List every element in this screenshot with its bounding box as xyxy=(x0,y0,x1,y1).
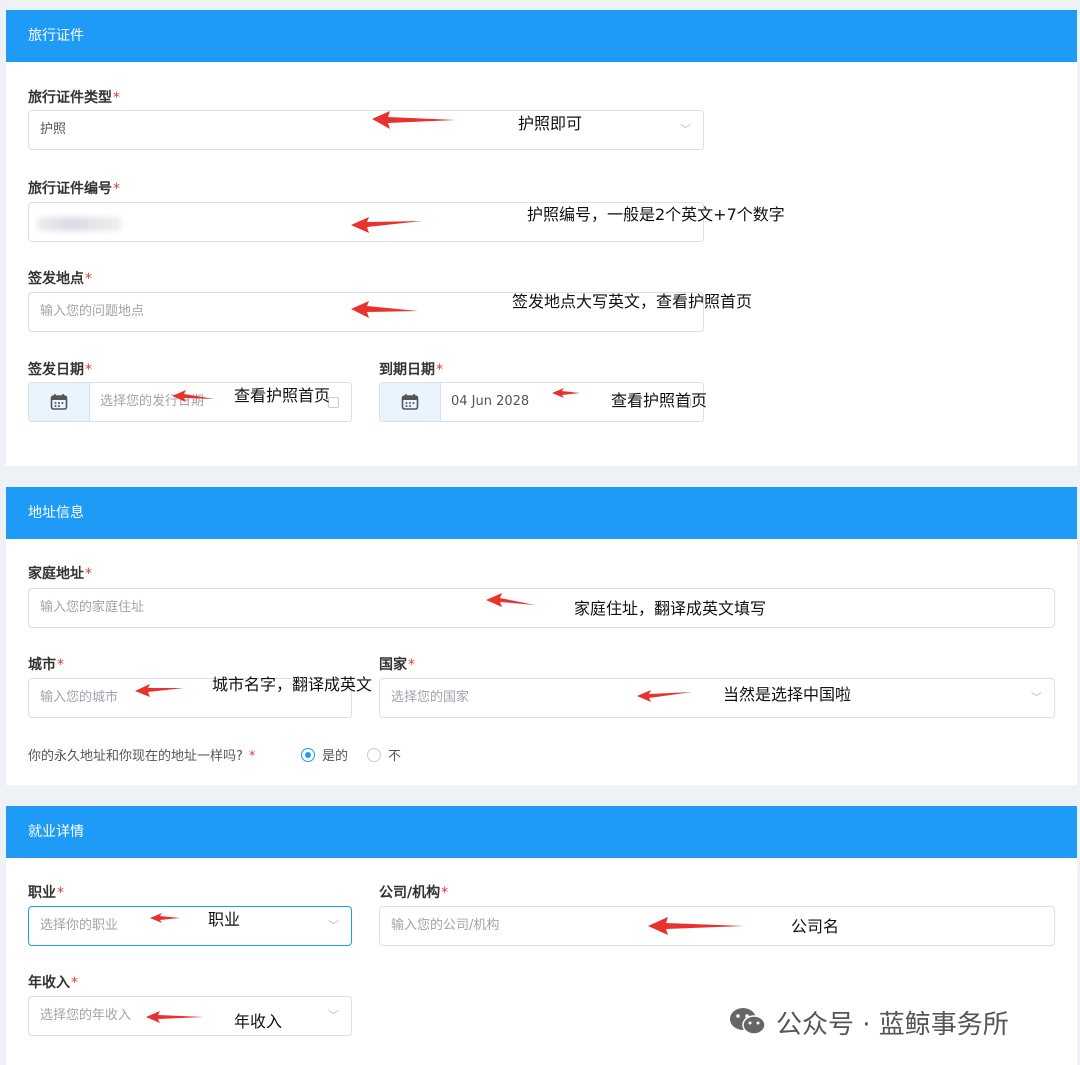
permanent-address-question: 你的永久地址和你现在的地址一样吗? * xyxy=(28,749,256,764)
company-label: 公司/机构* xyxy=(379,885,449,901)
watermark: 公众号 · 蓝鲸事务所 xyxy=(776,1010,1009,1040)
annotation-doc-number: 护照编号，一般是2个英文+7个数字 xyxy=(527,205,785,224)
annotation-company: 公司名 xyxy=(791,917,840,936)
expiry-date-label: 到期日期* xyxy=(379,362,443,378)
address-header: 地址信息 xyxy=(6,487,1077,539)
chevron-down-icon: ﹀ xyxy=(1031,691,1042,704)
radio-no-label[interactable]: 不 xyxy=(388,745,401,764)
address-card: 地址信息 家庭地址* 输入您的家庭住址 城市* 输入您的城市 国家* 选择您的国… xyxy=(6,487,1077,785)
doc-number-label: 旅行证件编号* xyxy=(28,181,120,197)
employment-header: 就业详情 xyxy=(6,806,1077,858)
annotation-issue-date: 查看护照首页 xyxy=(234,386,331,405)
annotation-income: 年收入 xyxy=(234,1012,283,1031)
annotation-city: 城市名字，翻译成英文 xyxy=(212,675,373,694)
chevron-down-icon: ﹀ xyxy=(328,919,339,932)
chevron-down-icon: ﹀ xyxy=(680,123,691,136)
chevron-down-icon: ﹀ xyxy=(328,1009,339,1022)
issue-place-label: 签发地点* xyxy=(28,271,92,287)
annotation-country: 当然是选择中国啦 xyxy=(723,685,852,704)
company-input[interactable]: 输入您的公司/机构 xyxy=(379,906,1055,946)
travel-document-card: 旅行证件 旅行证件类型* 护照 ﹀ 旅行证件编号* 签发地点* 输入您的问题地点… xyxy=(6,10,1077,466)
annotation-expiry-date: 查看护照首页 xyxy=(611,391,708,410)
country-label: 国家* xyxy=(379,657,415,673)
calendar-button[interactable] xyxy=(380,383,441,421)
wechat-icon xyxy=(730,1008,766,1035)
occupation-select[interactable]: 选择你的职业 ﹀ xyxy=(28,906,352,946)
calendar-button[interactable] xyxy=(29,383,90,421)
radio-yes-label[interactable]: 是的 xyxy=(322,745,348,764)
income-label: 年收入* xyxy=(28,975,78,991)
calendar-icon xyxy=(50,394,68,410)
blurred-value xyxy=(37,217,121,231)
radio-no[interactable] xyxy=(367,748,381,762)
country-select[interactable]: 选择您的国家 ﹀ xyxy=(379,678,1055,718)
home-address-label: 家庭地址* xyxy=(28,566,92,582)
annotation-issue-place: 签发地点大写英文，查看护照首页 xyxy=(512,292,753,311)
occupation-label: 职业* xyxy=(28,885,64,901)
doc-type-label: 旅行证件类型* xyxy=(28,90,120,106)
issue-date-label: 签发日期* xyxy=(28,362,92,378)
calendar-icon xyxy=(401,394,419,410)
annotation-home-address: 家庭住址，翻译成英文填写 xyxy=(574,599,767,618)
home-address-input[interactable]: 输入您的家庭住址 xyxy=(28,588,1055,628)
radio-yes[interactable] xyxy=(301,748,315,762)
annotation-occupation: 职业 xyxy=(208,910,241,929)
income-select[interactable]: 选择您的年收入 ﹀ xyxy=(28,996,352,1036)
travel-document-header: 旅行证件 xyxy=(6,10,1077,62)
doc-type-select[interactable]: 护照 ﹀ xyxy=(28,110,704,150)
city-label: 城市* xyxy=(28,657,64,673)
annotation-doc-type: 护照即可 xyxy=(518,114,583,133)
